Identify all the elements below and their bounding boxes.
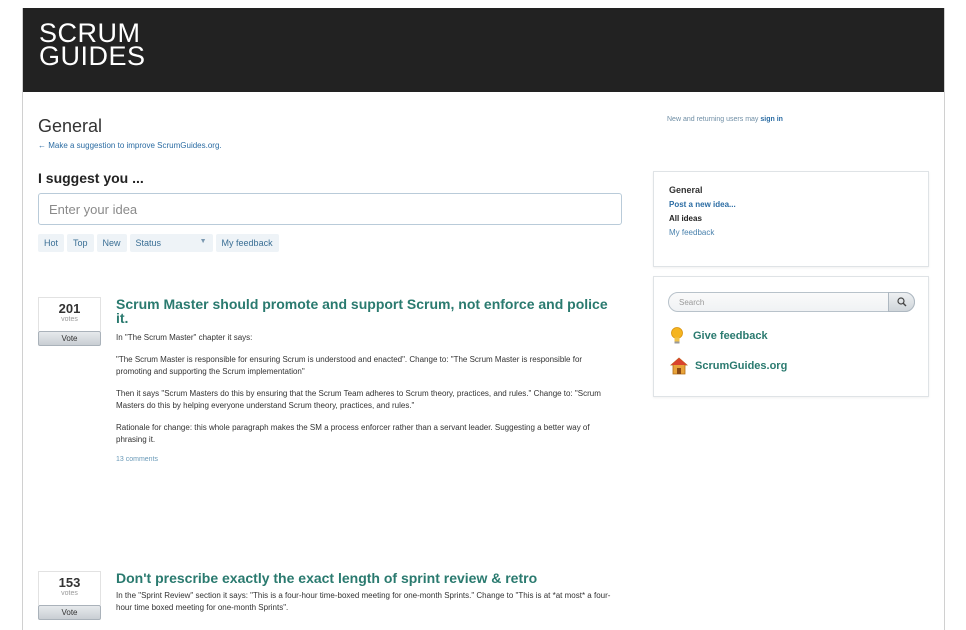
idea-title[interactable]: Don't prescribe exactly the exact length… bbox=[116, 571, 616, 585]
search-field[interactable]: Search bbox=[668, 292, 915, 312]
idea-description: In "The Scrum Master" chapter it says: "… bbox=[116, 332, 616, 446]
main-content: General ← Make a suggestion to improve S… bbox=[38, 116, 623, 620]
logo-line-2: GUIDES bbox=[39, 41, 146, 71]
forum-title: General bbox=[38, 116, 103, 136]
give-feedback-label: Give feedback bbox=[693, 330, 768, 342]
idea-paragraph: "The Scrum Master is responsible for ens… bbox=[116, 355, 583, 376]
lightbulb-icon bbox=[671, 327, 683, 344]
my-feedback-link[interactable]: My feedback bbox=[669, 228, 913, 237]
vote-count-box: 153 votes bbox=[38, 571, 101, 605]
top-bar: SCRUM GUIDES bbox=[23, 8, 944, 92]
filter-top[interactable]: Top bbox=[67, 234, 94, 252]
post-idea-link[interactable]: Post a new idea... bbox=[669, 200, 913, 209]
sidebar: New and returning users may sign in Gene… bbox=[653, 116, 929, 397]
site-link-row[interactable]: ScrumGuides.org bbox=[670, 357, 914, 375]
filter-new[interactable]: New bbox=[96, 234, 127, 252]
signin-link[interactable]: sign in bbox=[760, 116, 783, 123]
site-link-label: ScrumGuides.org bbox=[695, 360, 788, 372]
home-icon bbox=[670, 357, 688, 375]
idea-input[interactable] bbox=[38, 193, 622, 225]
idea-body: Scrum Master should promote and support … bbox=[116, 297, 616, 463]
idea-paragraph: Rationale for change: this whole paragra… bbox=[116, 423, 590, 444]
nav-heading: General bbox=[669, 185, 703, 195]
search-icon bbox=[897, 297, 907, 307]
vote-count: 153 bbox=[58, 575, 81, 590]
idea-title[interactable]: Scrum Master should promote and support … bbox=[116, 297, 616, 325]
vote-count-box: 201 votes bbox=[38, 297, 101, 331]
vote-button[interactable]: Vote bbox=[38, 331, 101, 346]
vote-count: 201 bbox=[58, 301, 81, 316]
vote-widget: 153 votes Vote bbox=[38, 571, 101, 620]
chevron-down-icon: ▼ bbox=[199, 238, 207, 245]
votes-label: votes bbox=[61, 316, 78, 323]
idea-description: In the "Sprint Review" section it says: … bbox=[116, 590, 616, 614]
all-ideas-link[interactable]: All ideas bbox=[669, 214, 913, 223]
signin-notice: New and returning users may sign in bbox=[667, 116, 929, 123]
search-input[interactable]: Search bbox=[679, 298, 704, 307]
idea-paragraph: In "The Scrum Master" chapter it says: bbox=[116, 333, 253, 342]
comments-link[interactable]: 13 comments bbox=[116, 456, 616, 463]
status-label: Status bbox=[135, 238, 162, 248]
filter-hot[interactable]: Hot bbox=[38, 234, 65, 252]
filter-my-feedback[interactable]: My feedback bbox=[215, 234, 279, 252]
suggest-heading: I suggest you ... bbox=[38, 170, 144, 186]
forum-nav-panel: General Post a new idea... All ideas My … bbox=[653, 171, 929, 267]
filter-status-dropdown[interactable]: Status ▼ bbox=[129, 234, 213, 252]
suggestion-link[interactable]: ← Make a suggestion to improve ScrumGuid… bbox=[38, 141, 623, 150]
vote-widget: 201 votes Vote bbox=[38, 297, 101, 346]
search-button[interactable] bbox=[888, 292, 915, 312]
idea-paragraph: Then it says "Scrum Masters do this by e… bbox=[116, 389, 601, 410]
tools-panel: Search Give feedback ScrumGuides.org bbox=[653, 276, 929, 397]
page-frame: SCRUM GUIDES General ← Make a suggestion… bbox=[22, 8, 945, 630]
site-logo[interactable]: SCRUM GUIDES bbox=[39, 20, 146, 71]
vote-button[interactable]: Vote bbox=[38, 605, 101, 620]
idea-body: Don't prescribe exactly the exact length… bbox=[116, 571, 616, 624]
signin-text: New and returning users may bbox=[667, 116, 759, 123]
votes-label: votes bbox=[61, 590, 78, 597]
filter-bar: Hot Top New Status ▼ My feedback bbox=[38, 234, 623, 252]
idea-paragraph: In the "Sprint Review" section it says: … bbox=[116, 591, 611, 612]
give-feedback-row[interactable]: Give feedback bbox=[670, 327, 914, 345]
